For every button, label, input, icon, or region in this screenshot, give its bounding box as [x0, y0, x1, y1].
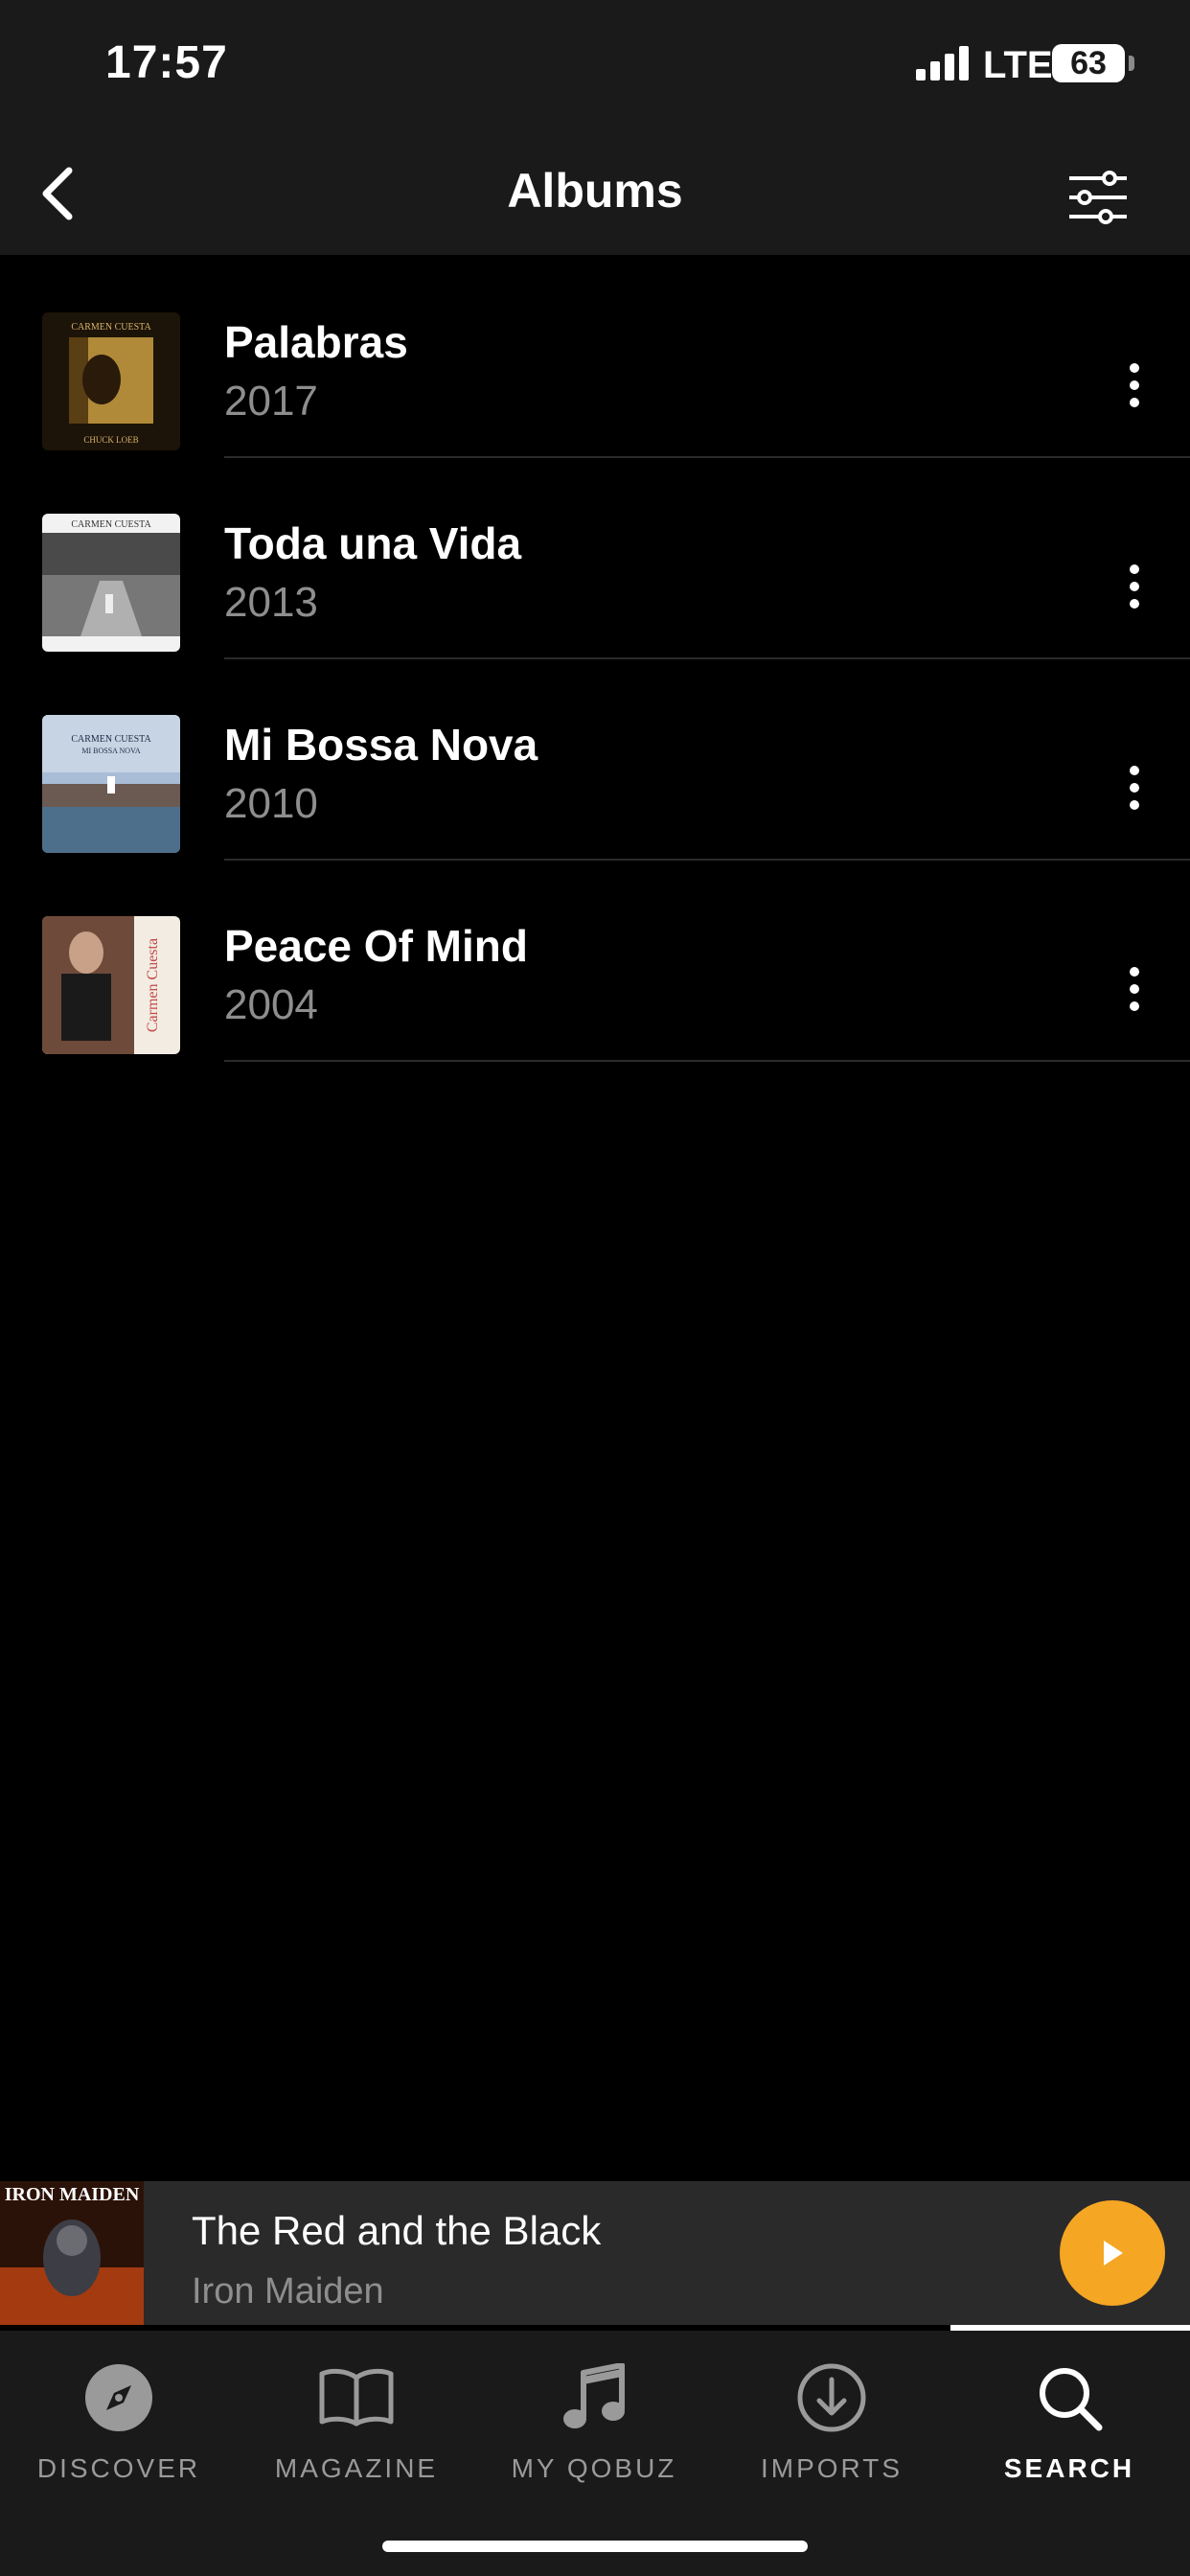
mini-cover-text: IRON MAIDEN: [5, 2184, 140, 2205]
play-icon: [1104, 2241, 1123, 2266]
album-title: Mi Bossa Nova: [224, 720, 538, 770]
album-row[interactable]: CARMEN CUESTA MI BOSSA NOVA Mi Bossa Nov…: [0, 657, 1190, 861]
page-title: Albums: [507, 164, 683, 218]
more-vertical-icon: [1130, 363, 1139, 407]
cover-text: CARMEN CUESTA: [71, 734, 151, 745]
battery-nub: [1129, 56, 1134, 71]
compass-icon: [80, 2359, 157, 2436]
album-row[interactable]: CARMEN CUESTA Toda una Vida 2013: [0, 456, 1190, 659]
more-options-button[interactable]: [1106, 347, 1163, 424]
mini-player[interactable]: IRON MAIDEN The Red and the Black Iron M…: [0, 2181, 1190, 2325]
album-title: Toda una Vida: [224, 518, 522, 568]
more-options-button[interactable]: [1106, 951, 1163, 1027]
album-row[interactable]: Carmen Cuesta Peace Of Mind 2004: [0, 859, 1190, 1062]
tab-bar: DISCOVER MAGAZINE MY QOBUZ IMPORTS SEARC…: [0, 2331, 1190, 2576]
download-icon: [793, 2359, 870, 2436]
tab-label: DISCOVER: [36, 2453, 201, 2483]
more-vertical-icon: [1130, 766, 1139, 810]
tab-discover[interactable]: DISCOVER: [0, 2359, 238, 2503]
cover-text: CARMEN CUESTA: [71, 519, 151, 530]
tab-label: SEARCH: [1003, 2453, 1135, 2483]
more-options-button[interactable]: [1106, 548, 1163, 625]
music-note-icon: [556, 2359, 632, 2436]
album-cover: CARMEN CUESTA MI BOSSA NOVA: [42, 715, 180, 853]
cover-text-secondary: MI BOSSA NOVA: [81, 747, 140, 755]
more-options-button[interactable]: [1106, 749, 1163, 826]
home-indicator: [382, 2541, 808, 2552]
sliders-icon: [1069, 171, 1127, 224]
track-artist: Iron Maiden: [192, 2271, 384, 2312]
divider: [224, 1060, 1190, 1062]
signal-icon: [916, 46, 969, 80]
album-cover: CARMEN CUESTA CHUCK LOEB: [42, 312, 180, 450]
play-button[interactable]: [1060, 2200, 1165, 2306]
more-vertical-icon: [1130, 967, 1139, 1011]
album-title: Palabras: [224, 317, 408, 367]
more-vertical-icon: [1130, 564, 1139, 609]
album-cover: CARMEN CUESTA: [42, 514, 180, 652]
mini-player-cover: IRON MAIDEN: [0, 2181, 144, 2325]
network-label: LTE: [983, 44, 1053, 86]
album-year: 2004: [224, 981, 318, 1028]
album-year: 2017: [224, 378, 318, 425]
album-title: Peace Of Mind: [224, 921, 528, 971]
cover-text: CARMEN CUESTA: [71, 322, 151, 333]
search-icon: [1031, 2359, 1108, 2436]
tab-search[interactable]: SEARCH: [950, 2359, 1188, 2503]
battery-icon: 63: [1052, 44, 1125, 82]
battery-level: 63: [1070, 45, 1107, 81]
album-year: 2010: [224, 780, 318, 827]
tab-label: MAGAZINE: [274, 2453, 439, 2483]
album-list: CARMEN CUESTA CHUCK LOEB Palabras 2017 C…: [0, 255, 1190, 1062]
tab-my-qobuz[interactable]: MY QOBUZ: [475, 2359, 713, 2503]
album-year: 2013: [224, 579, 318, 626]
status-bar: 17:57 LTE 63: [0, 0, 1190, 134]
track-title: The Red and the Black: [192, 2208, 602, 2253]
status-time: 17:57: [105, 37, 228, 88]
cover-text: Carmen Cuesta: [145, 938, 161, 1032]
cover-text-secondary: CHUCK LOEB: [83, 435, 138, 445]
tab-magazine[interactable]: MAGAZINE: [238, 2359, 475, 2503]
tab-imports[interactable]: IMPORTS: [713, 2359, 950, 2503]
tab-label: MY QOBUZ: [511, 2453, 677, 2483]
nav-header: Albums: [0, 134, 1190, 255]
filter-button[interactable]: [1060, 159, 1136, 236]
book-icon: [318, 2359, 395, 2436]
album-row[interactable]: CARMEN CUESTA CHUCK LOEB Palabras 2017: [0, 255, 1190, 458]
album-cover: Carmen Cuesta: [42, 916, 180, 1054]
tab-label: IMPORTS: [760, 2453, 904, 2483]
